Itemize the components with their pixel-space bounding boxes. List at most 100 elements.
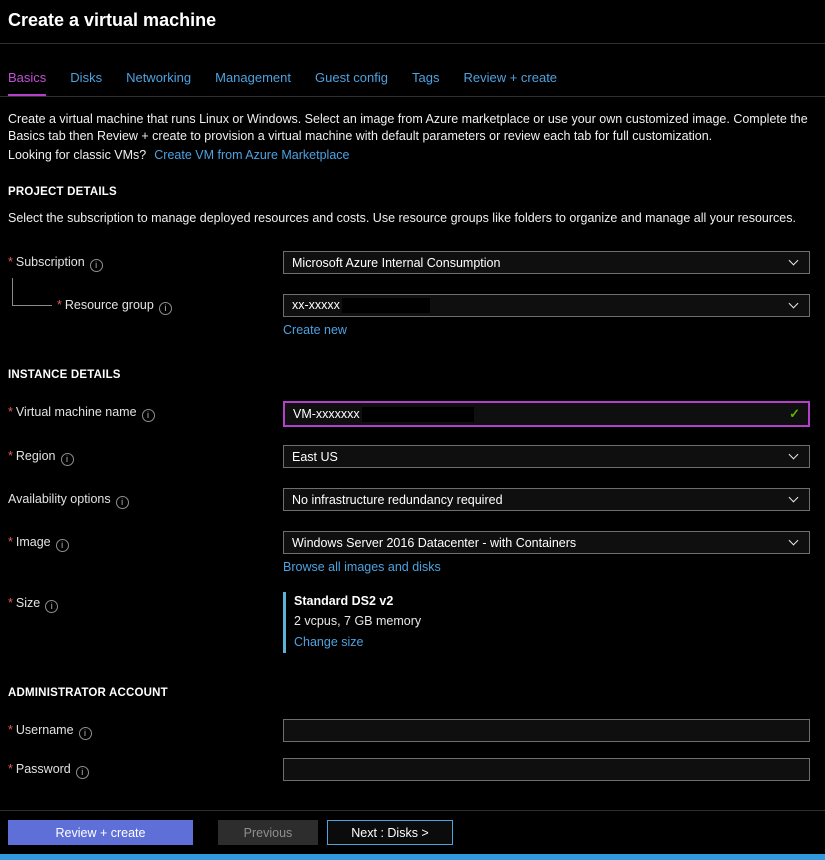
redaction-box [362,407,474,422]
availability-label: Availability options [8,492,111,506]
info-icon: i [61,453,74,466]
tab-networking[interactable]: Networking [126,70,191,96]
intro-text: Create a virtual machine that runs Linux… [8,111,810,145]
section-instance-details: INSTANCE DETAILS [8,369,810,381]
username-input[interactable] [283,719,810,742]
browse-images-link[interactable]: Browse all images and disks [283,560,441,574]
info-icon: i [159,302,172,315]
region-select[interactable]: East US [283,445,810,468]
create-vm-page: Create a virtual machine Basics Disks Ne… [0,0,825,860]
tab-tags[interactable]: Tags [412,70,439,96]
classic-vm-question: Looking for classic VMs? [8,148,146,162]
classic-vm-line: Looking for classic VMs? Create VM from A… [8,147,810,164]
section-project-details: PROJECT DETAILS [8,186,810,198]
region-value: East US [292,450,338,464]
size-name: Standard DS2 v2 [294,594,810,608]
bottom-accent-bar [0,854,825,860]
resource-group-label: Resource group [65,298,154,312]
resource-group-label-wrap: *Resource group i [57,298,172,312]
subscription-label: Subscription [16,255,85,269]
tab-basics[interactable]: Basics [8,70,46,96]
required-asterisk: * [8,255,13,269]
info-icon: i [56,539,69,552]
region-label: Region [16,449,56,463]
required-asterisk: * [8,449,13,463]
change-size-link[interactable]: Change size [294,635,364,649]
vm-name-value: VM-xxxxxxx [293,407,360,421]
password-input[interactable] [283,758,810,781]
availability-value: No infrastructure redundancy required [292,493,503,507]
required-asterisk: * [8,535,13,549]
vm-name-label: Virtual machine name [16,405,137,419]
username-row: *Username i [8,719,810,742]
create-new-resource-group-link[interactable]: Create new [283,323,347,337]
subscription-row: *Subscription i Microsoft Azure Internal … [8,251,810,274]
password-row: *Password i [8,758,810,781]
wizard-footer: Review + create Previous Next : Disks > [0,810,825,854]
chevron-down-icon [789,450,799,460]
subscription-value: Microsoft Azure Internal Consumption [292,256,500,270]
classic-vm-link[interactable]: Create VM from Azure Marketplace [154,148,349,162]
password-label: Password [16,762,71,776]
info-icon: i [79,727,92,740]
info-icon: i [45,600,58,613]
review-create-button[interactable]: Review + create [8,820,193,845]
tab-guest-config[interactable]: Guest config [315,70,388,96]
required-asterisk: * [8,762,13,776]
image-select[interactable]: Windows Server 2016 Datacenter - with Co… [283,531,810,554]
resource-group-label-group: *Resource group i [8,294,283,315]
resource-group-connector-line [12,278,52,306]
chevron-down-icon [789,493,799,503]
valid-check-icon: ✓ [789,406,800,422]
tab-management[interactable]: Management [215,70,291,96]
availability-label-group: Availability options i [8,488,283,509]
resource-group-select[interactable]: xx-xxxxx [283,294,810,317]
redaction-box [342,298,430,313]
basics-tab-content: Create a virtual machine that runs Linux… [0,111,825,781]
vm-name-row: *Virtual machine name i VM-xxxxxxx ✓ [8,401,810,427]
size-row: *Sizei Standard DS2 v2 2 vcpus, 7 GB mem… [8,592,810,653]
image-value: Windows Server 2016 Datacenter - with Co… [292,536,576,550]
selected-size-card: Standard DS2 v2 2 vcpus, 7 GB memory Cha… [283,592,810,653]
info-icon: i [116,496,129,509]
info-icon: i [76,766,89,779]
subscription-label-group: *Subscription i [8,251,283,272]
availability-options-row: Availability options i No infrastructure … [8,488,810,511]
vm-name-label-group: *Virtual machine name i [8,401,283,422]
tab-review-create[interactable]: Review + create [463,70,557,96]
image-label: Image [16,535,51,549]
next-disks-button[interactable]: Next : Disks > [327,820,453,845]
tab-bar: Basics Disks Networking Management Guest… [0,44,825,96]
size-specs: 2 vcpus, 7 GB memory [294,614,810,628]
region-label-group: *Regioni [8,445,283,466]
username-label-group: *Username i [8,719,283,740]
resource-group-value: xx-xxxxx [292,298,430,313]
required-asterisk: * [57,298,62,312]
info-icon: i [142,409,155,422]
size-label: Size [16,596,40,610]
image-row: *Imagei Windows Server 2016 Datacenter -… [8,531,810,576]
username-label: Username [16,723,74,737]
info-icon: i [90,259,103,272]
project-details-description: Select the subscription to manage deploy… [8,210,810,227]
required-asterisk: * [8,405,13,419]
region-row: *Regioni East US [8,445,810,468]
image-label-group: *Imagei [8,531,283,552]
tabs-divider [0,96,825,97]
chevron-down-icon [789,256,799,266]
password-label-group: *Password i [8,758,283,779]
page-title: Create a virtual machine [8,10,817,31]
resource-group-row: *Resource group i xx-xxxxx Create new [8,294,810,339]
vm-name-input[interactable]: VM-xxxxxxx ✓ [283,401,810,427]
chevron-down-icon [789,299,799,309]
chevron-down-icon [789,536,799,546]
size-label-group: *Sizei [8,592,283,613]
previous-button[interactable]: Previous [218,820,318,845]
page-header: Create a virtual machine [0,0,825,43]
section-administrator-account: ADMINISTRATOR ACCOUNT [8,687,810,699]
tab-disks[interactable]: Disks [70,70,102,96]
required-asterisk: * [8,596,13,610]
availability-select[interactable]: No infrastructure redundancy required [283,488,810,511]
subscription-select[interactable]: Microsoft Azure Internal Consumption [283,251,810,274]
required-asterisk: * [8,723,13,737]
